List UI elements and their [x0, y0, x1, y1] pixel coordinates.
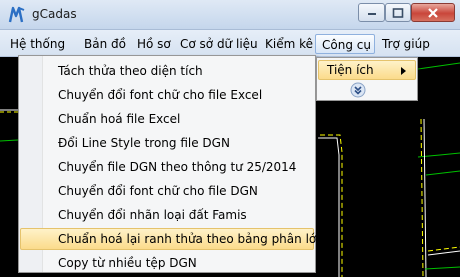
minimize-button[interactable] [358, 3, 385, 22]
menu-option-tach-thua[interactable]: Tách thửa theo diện tích [20, 60, 314, 82]
menu-option-label: Đổi Line Style trong file DGN [58, 136, 230, 150]
menu-kiem-ke[interactable]: Kiểm kê [265, 34, 313, 54]
drawing-line [420, 118, 424, 277]
menu-option-label: Chuyển đổi nhãn loại đất Famis [58, 208, 247, 222]
drawing-line [318, 137, 340, 277]
menu-tien-ich[interactable]: Tiện ích [318, 60, 416, 80]
window-title: gCadas [32, 7, 77, 21]
menu-option-label: Chuyển file DGN theo thông tư 25/2014 [58, 160, 297, 174]
menu-ho-so[interactable]: Hồ sơ [137, 34, 171, 54]
maximize-icon [392, 7, 404, 18]
close-button[interactable] [411, 3, 455, 22]
title-bar: gCadas [0, 0, 460, 30]
menu-option-font-dgn[interactable]: Chuyển đổi font chữ cho file DGN [20, 180, 314, 202]
menu-option-nhan-famis[interactable]: Chuyển đổi nhãn loại đất Famis [20, 204, 314, 226]
menu-option-label: Chuyển đổi font chữ cho file Excel [58, 88, 263, 102]
submenu-label: Tiện ích [327, 63, 374, 77]
menu-option-label: Chuyển đổi font chữ cho file DGN [58, 184, 258, 198]
menu-option-font-excel[interactable]: Chuyển đổi font chữ cho file Excel [20, 84, 314, 106]
drawing-line [0, 139, 19, 142]
menu-option-chuan-hoa-ranh-thua[interactable]: Chuẩn hoá lại ranh thửa theo bảng phân l… [20, 228, 324, 250]
menu-option-label: Tách thửa theo diện tích [58, 64, 203, 78]
drawing-line [424, 266, 460, 270]
menu-bar: Hệ thống Bản đồ Hồ sơ Cơ sở dữ liệu Kiểm… [0, 30, 460, 57]
menu-option-label: Copy từ nhiều tệp DGN [58, 256, 197, 270]
drawing-line [423, 118, 427, 277]
drawing-line [427, 250, 460, 256]
expand-more-icon[interactable] [350, 82, 366, 98]
maximize-button[interactable] [385, 3, 411, 22]
menu-tro-giup[interactable]: Trợ giúp [382, 34, 430, 54]
drawing-line [417, 62, 460, 70]
tien-ich-submenu: Tiện ích [316, 57, 418, 101]
menu-option-chuan-hoa-excel[interactable]: Chuẩn hoá file Excel [20, 108, 314, 130]
minimize-icon [367, 12, 376, 15]
menu-option-dgn-tt25[interactable]: Chuyển file DGN theo thông tư 25/2014 [20, 156, 314, 178]
menu-option-line-style[interactable]: Đổi Line Style trong file DGN [20, 132, 314, 154]
close-icon [428, 7, 438, 18]
menu-cong-cu[interactable]: Công cụ [315, 34, 375, 54]
menu-he-thong[interactable]: Hệ thống [10, 34, 65, 54]
drawing-line [427, 246, 460, 252]
menu-option-copy-dgn[interactable]: Copy từ nhiều tệp DGN [20, 252, 314, 274]
menu-option-label: Chuẩn hoá lại ranh thửa theo bảng phân l… [58, 232, 324, 246]
menu-co-so-du-lieu[interactable]: Cơ sở dữ liệu [180, 34, 258, 54]
app-logo-icon [8, 6, 25, 23]
cong-cu-dropdown: Tách thửa theo diện tích Chuyển đổi font… [18, 55, 324, 274]
menu-ban-do[interactable]: Bản đồ [84, 34, 126, 54]
submenu-arrow-icon [401, 67, 406, 75]
drawing-line [425, 170, 460, 176]
menu-option-label: Chuẩn hoá file Excel [58, 112, 181, 126]
